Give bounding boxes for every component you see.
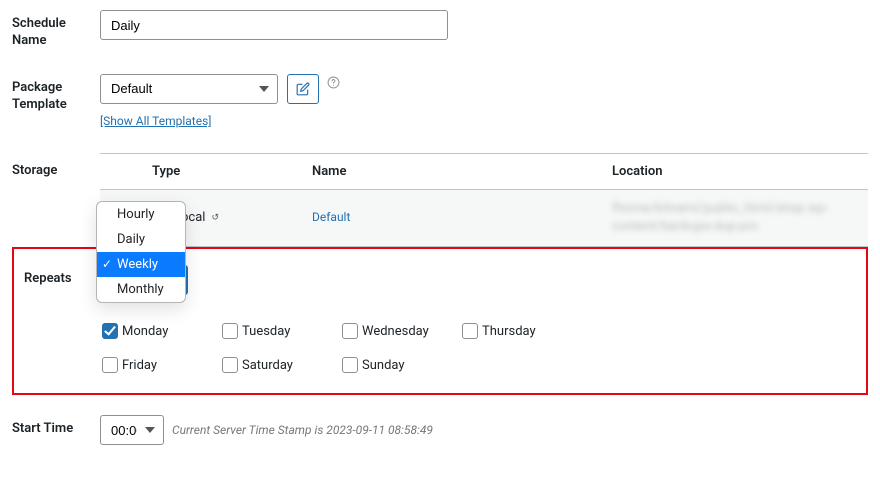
repeats-option-hourly[interactable]: Hourly — [97, 202, 185, 227]
start-time-label: Start Time — [12, 415, 100, 438]
repeats-option-weekly[interactable]: Weekly — [97, 252, 185, 277]
day-thursday[interactable]: Thursday — [462, 323, 582, 339]
day-friday-checkbox[interactable] — [102, 357, 118, 373]
day-sunday[interactable]: Sunday — [342, 357, 462, 373]
storage-row-location: fhome/bitnami/public_html/shop wp-conten… — [612, 201, 828, 234]
day-thursday-checkbox[interactable] — [462, 323, 478, 339]
start-time-select[interactable]: 00:00 — [100, 415, 164, 445]
day-monday-checkbox[interactable] — [102, 323, 118, 339]
day-monday[interactable]: Monday — [102, 323, 222, 339]
package-template-label: Package Template — [12, 74, 100, 114]
repeats-highlight: Repeats Hourly Daily Weekly Monthly Mond… — [12, 247, 868, 395]
show-all-templates-link[interactable]: [Show All Templates] — [100, 114, 211, 128]
repeats-dropdown: Hourly Daily Weekly Monthly — [96, 201, 186, 303]
storage-header-type: Type — [140, 153, 300, 189]
schedule-name-input[interactable] — [100, 10, 448, 40]
storage-header-name: Name — [300, 153, 600, 189]
repeats-option-monthly[interactable]: Monthly — [97, 277, 185, 302]
day-tuesday[interactable]: Tuesday — [222, 323, 342, 339]
reload-icon: ↺ — [211, 213, 219, 223]
repeats-option-daily[interactable]: Daily — [97, 227, 185, 252]
table-row: Local↺ Default fhome/bitnami/public_html… — [100, 189, 868, 246]
server-time-note: Current Server Time Stamp is 2023-09-11 … — [172, 423, 433, 437]
help-icon[interactable] — [326, 76, 340, 90]
storage-table: Type Name Location Local↺ Default fhome/ — [100, 153, 868, 247]
day-tuesday-checkbox[interactable] — [222, 323, 238, 339]
edit-icon — [296, 82, 310, 96]
day-saturday[interactable]: Saturday — [222, 357, 342, 373]
storage-row-name-link[interactable]: Default — [312, 210, 350, 224]
edit-template-button[interactable] — [287, 74, 319, 104]
day-saturday-checkbox[interactable] — [222, 357, 238, 373]
day-wednesday-checkbox[interactable] — [342, 323, 358, 339]
repeats-label: Repeats — [14, 265, 102, 288]
day-sunday-checkbox[interactable] — [342, 357, 358, 373]
day-friday[interactable]: Friday — [102, 357, 222, 373]
storage-header-location: Location — [600, 153, 868, 189]
schedule-name-label: Schedule Name — [12, 10, 100, 50]
day-wednesday[interactable]: Wednesday — [342, 323, 462, 339]
package-template-select[interactable]: Default — [100, 74, 278, 104]
storage-label: Storage — [12, 153, 100, 180]
